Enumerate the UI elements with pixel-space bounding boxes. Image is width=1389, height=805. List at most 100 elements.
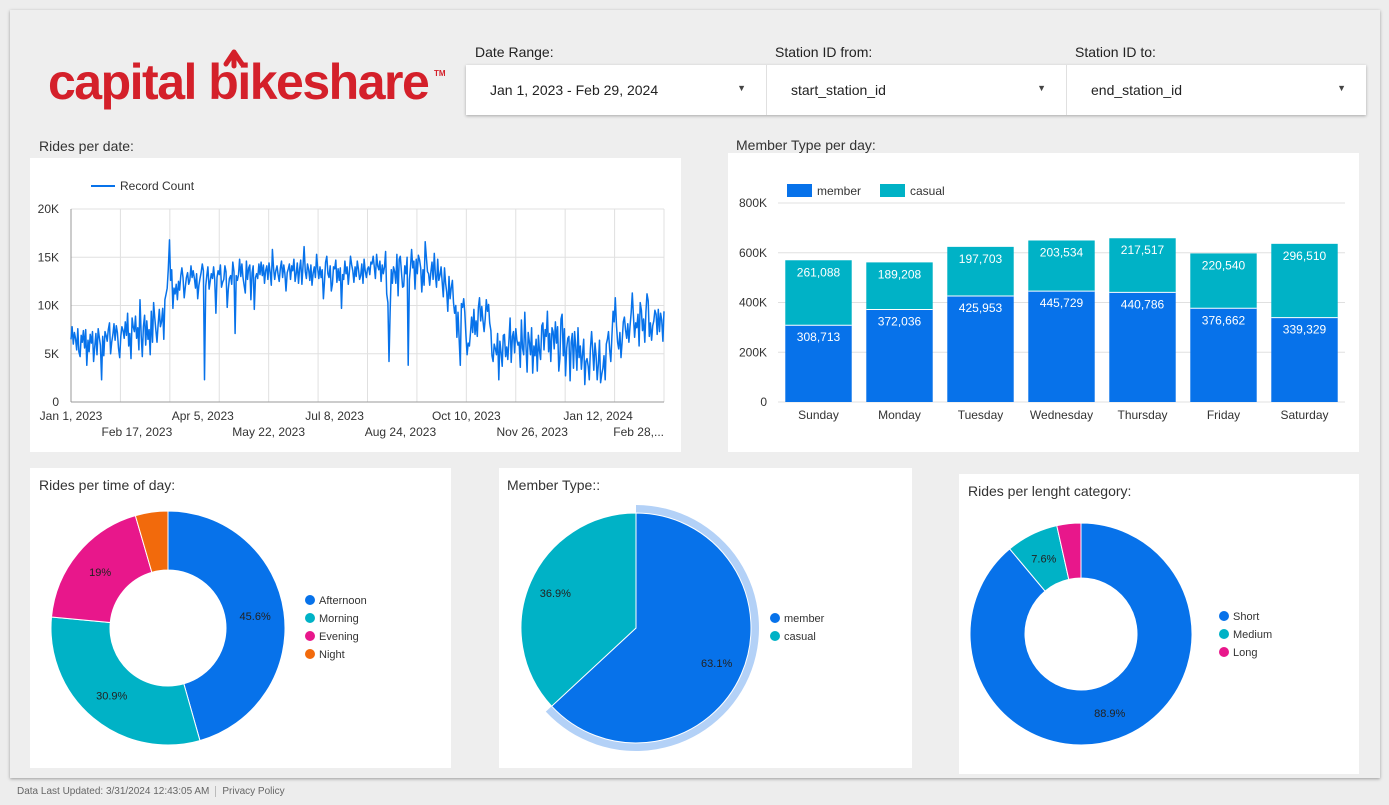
member-type-panel: Member Type:: 63.1% 36.9%membercasual <box>499 468 912 768</box>
y-tick-label: 10K <box>38 299 59 313</box>
rides-per-length-chart[interactable]: 88.9% 7.6% Short Medium Long <box>959 474 1359 774</box>
legend-dot <box>305 613 315 623</box>
y-tick-label: 400K <box>739 296 767 310</box>
member-type-per-day-panel: 0 200K 400K 600K 800K 308,713 261,088 Sunday 372… <box>728 153 1359 452</box>
x-tick-label: May 22, 2023 <box>232 425 305 439</box>
rides-per-length-panel: Rides per lenght category: 88.9% 7.6% Shor… <box>959 474 1359 774</box>
member-type-chart[interactable]: 63.1% 36.9% member casual <box>499 468 912 768</box>
x-tick-label: Thursday <box>1117 408 1167 422</box>
x-tick-label: Monday <box>878 408 921 422</box>
y-tick-label: 800K <box>739 196 767 210</box>
legend-swatch-member <box>787 184 812 197</box>
station-to-control[interactable]: end_station_id ▼ <box>1066 65 1366 115</box>
member-type-title: Member Type:: <box>507 477 601 493</box>
x-tick-label: Feb 17, 2023 <box>102 425 173 439</box>
slice-value-label: 7.6% <box>1031 554 1056 566</box>
member-type-per-day-title: Member Type per day: <box>736 137 876 153</box>
morning-slice <box>50 616 201 746</box>
logo-wordmark: capital bikeshare TM <box>48 49 446 110</box>
x-tick-label: Feb 28,... <box>613 425 664 439</box>
rides-per-length-title: Rides per lenght category: <box>968 483 1132 499</box>
member-data-label: 372,036 <box>878 314 922 328</box>
station-to-label: Station ID to: <box>1075 44 1156 60</box>
rides-per-date-title: Rides per date: <box>39 138 134 154</box>
dropdown-arrow-icon: ▼ <box>1337 83 1346 93</box>
logo-text: capital bikeshare <box>48 54 429 110</box>
rides-per-date-panel: 0 5K 10K 15K 20K Jan 1, 2023 Feb 17, 2023 Apr 5… <box>30 158 681 452</box>
casual-data-label: 203,534 <box>1040 245 1084 259</box>
x-tick-label: Saturday <box>1280 408 1328 422</box>
x-tick-label: Oct 10, 2023 <box>432 409 501 423</box>
x-tick-label: Jan 12, 2024 <box>563 409 633 423</box>
rides-per-time-chart[interactable]: 45.6% 30.9% 19% Afternoon Morning Evening Nigh… <box>30 468 451 768</box>
casual-data-label: 189,208 <box>878 267 922 281</box>
y-tick-label: 15K <box>38 250 59 264</box>
station-from-label: Station ID from: <box>775 44 873 60</box>
legend-dot <box>305 649 315 659</box>
legend-swatch-casual <box>880 184 905 197</box>
y-tick-label: 20K <box>38 202 59 216</box>
casual-data-label: 197,703 <box>959 252 1003 266</box>
legend-label: Afternoon <box>319 595 367 607</box>
date-range-label: Date Range: <box>475 44 554 60</box>
x-tick-label: Friday <box>1207 408 1240 422</box>
legend-dot <box>1219 629 1229 639</box>
rides-per-date-chart[interactable]: 0 5K 10K 15K 20K Jan 1, 2023 Feb 17, 2023 Apr 5… <box>30 158 681 452</box>
footer: Data Last Updated: 3/31/2024 12:43:05 AM… <box>17 786 285 797</box>
legend-dot <box>305 595 315 605</box>
dropdown-arrow-icon: ▼ <box>737 83 746 93</box>
date-range-control[interactable]: Jan 1, 2023 - Feb 29, 2024 ▼ <box>466 65 766 115</box>
slice-value-label: 30.9% <box>96 691 127 703</box>
slice-value-label: 45.6% <box>240 611 271 623</box>
privacy-policy-link[interactable]: Privacy Policy <box>222 786 284 797</box>
member-data-label: 339,329 <box>1283 323 1327 337</box>
member-type-per-day-chart[interactable]: 0 200K 400K 600K 800K 308,713 261,088 Sunday 372… <box>728 153 1359 452</box>
x-tick-label: Tuesday <box>958 408 1004 422</box>
report-canvas: capital bikeshare TM Date Range: Station… <box>10 10 1380 778</box>
member-data-label: 376,662 <box>1202 313 1246 327</box>
member-data-label: 445,729 <box>1040 296 1084 310</box>
slice-value-label: 88.9% <box>1094 708 1125 720</box>
casual-data-label: 296,510 <box>1283 249 1327 263</box>
legend-label: Evening <box>319 631 359 643</box>
x-tick-label: Wednesday <box>1030 408 1093 422</box>
station-from-control[interactable]: start_station_id ▼ <box>766 65 1066 115</box>
legend-dot <box>1219 611 1229 621</box>
y-tick-label: 5K <box>44 347 59 361</box>
casual-data-label: 261,088 <box>797 265 841 279</box>
casual-data-label: 217,517 <box>1121 243 1165 257</box>
legend-dot <box>770 613 780 623</box>
legend-label: Medium <box>1233 629 1272 641</box>
legend-label: casual <box>784 631 816 643</box>
slice-value-label: 63.1% <box>701 658 732 670</box>
legend-label: member <box>784 613 825 625</box>
legend-label: Record Count <box>120 179 195 193</box>
y-tick-label: 0 <box>52 395 59 409</box>
slice-value-label: 36.9% <box>540 588 571 600</box>
rides-per-time-title: Rides per time of day: <box>39 477 176 493</box>
filter-bar: Jan 1, 2023 - Feb 29, 2024 ▼ start_stati… <box>466 65 1366 115</box>
legend-dot <box>305 631 315 641</box>
legend-label: Long <box>1233 647 1257 659</box>
casual-data-label: 220,540 <box>1202 258 1246 272</box>
x-tick-label: Jul 8, 2023 <box>305 409 364 423</box>
legend-dot <box>1219 647 1229 657</box>
x-tick-label: Sunday <box>798 408 839 422</box>
member-data-label: 440,786 <box>1121 297 1165 311</box>
x-tick-label: Aug 24, 2023 <box>365 425 437 439</box>
legend-label: member <box>817 184 861 198</box>
member-data-label: 425,953 <box>959 301 1003 315</box>
x-tick-label: Apr 5, 2023 <box>172 409 234 423</box>
y-tick-label: 200K <box>739 345 767 359</box>
legend-label: Morning <box>319 613 359 625</box>
capital-bikeshare-logo: capital bikeshare TM <box>48 48 458 121</box>
logo-tm: TM <box>434 69 446 78</box>
slice-value-label: 19% <box>89 567 111 579</box>
dropdown-arrow-icon: ▼ <box>1037 83 1046 93</box>
rides-per-time-panel: Rides per time of day: 45.6% 30.9% 19% Afte… <box>30 468 451 768</box>
y-tick-label: 0 <box>760 395 767 409</box>
date-range-value: Jan 1, 2023 - Feb 29, 2024 <box>490 82 659 98</box>
y-tick-label: 600K <box>739 246 767 260</box>
legend-label: casual <box>910 184 945 198</box>
station-from-value: start_station_id <box>791 82 886 98</box>
